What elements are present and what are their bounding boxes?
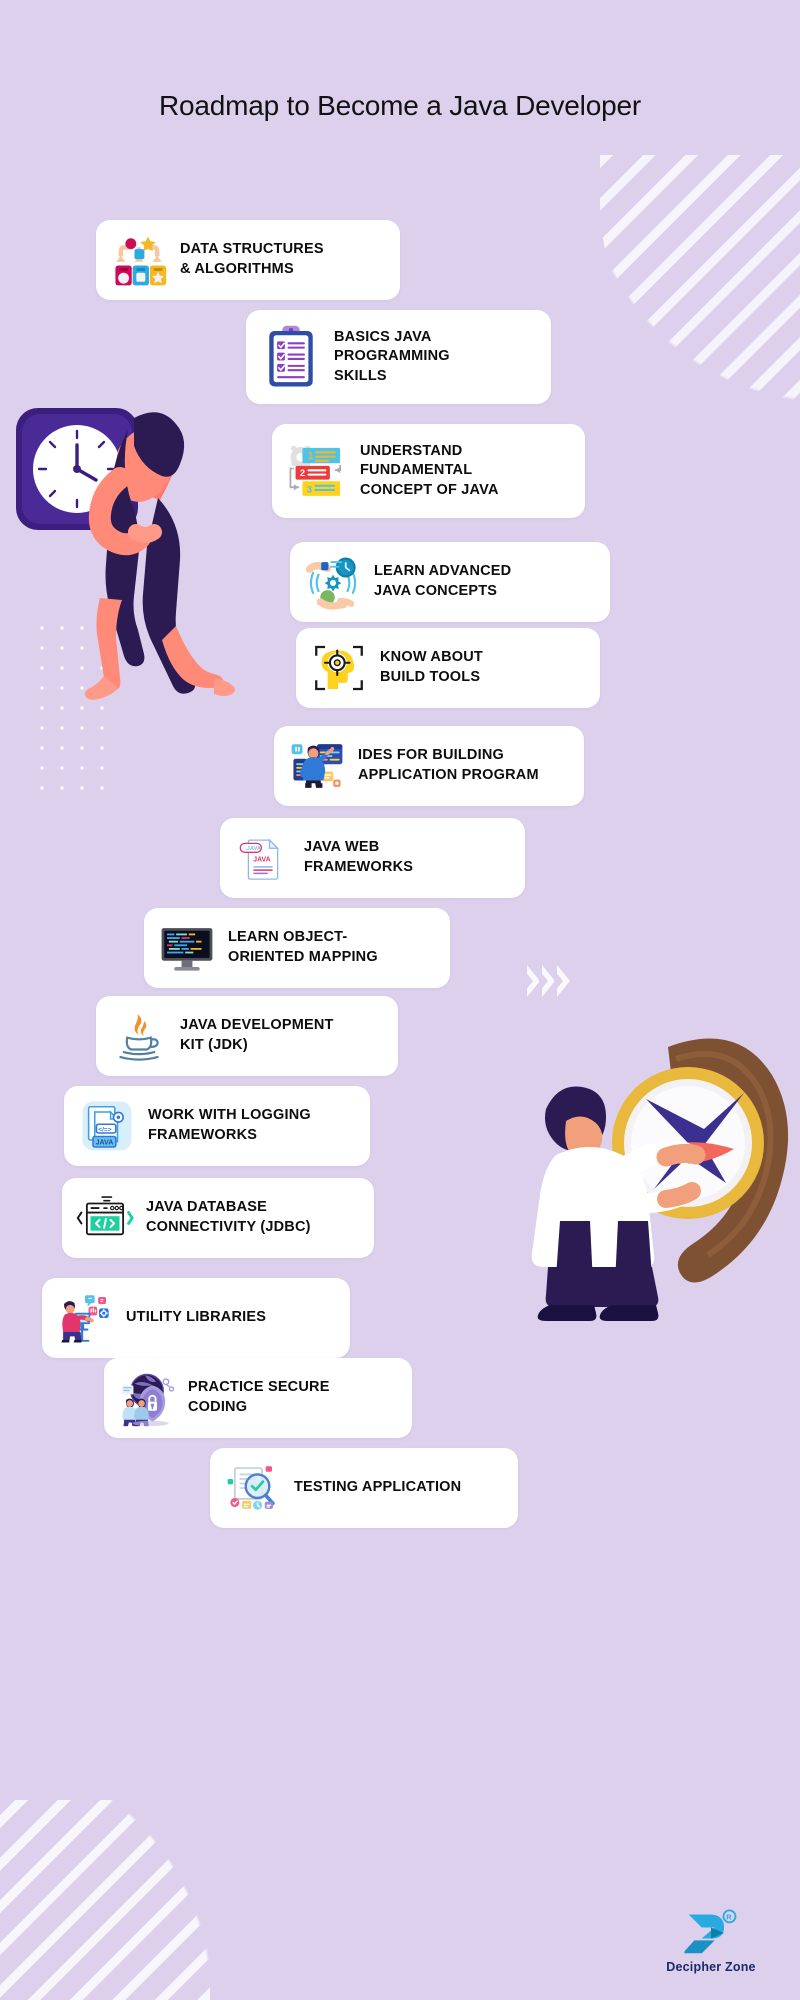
globe-shield-lock-icon <box>118 1369 176 1427</box>
woman-holding-clock-illustration <box>8 390 278 710</box>
diagonal-stripes-top-right <box>600 155 800 405</box>
page-title: Roadmap to Become a Java Developer <box>159 90 641 121</box>
roadmap-step-2[interactable]: BASICS JAVA PROGRAMMING SKILLS <box>246 310 551 404</box>
roadmap-step-4-label: LEARN ADVANCED JAVA CONCEPTS <box>374 563 512 599</box>
svg-text:JAVA: JAVA <box>96 1139 114 1146</box>
java-documents-icon: </=> JAVA <box>78 1097 136 1155</box>
roadmap-step-13-label: PRACTICE SECURE CODING <box>188 1379 330 1415</box>
numbered-steps-gear-icon: 1 2 3 <box>286 435 348 507</box>
roadmap-step-7[interactable]: .JAVA JAVA JAVA WEB FRAMEWORKS <box>220 818 525 898</box>
developer-screens-icon <box>288 737 346 795</box>
person-desk-icon <box>56 1289 114 1347</box>
svg-text:.JAVA: .JAVA <box>245 846 261 852</box>
svg-text:JAVA: JAVA <box>253 856 270 863</box>
roadmap-step-5-label: KNOW ABOUT BUILD TOOLS <box>380 649 483 685</box>
svg-text:2: 2 <box>300 467 305 478</box>
roadmap-step-11[interactable]: JAVA DATABASE CONNECTIVITY (JDBC) <box>62 1178 374 1258</box>
roadmap-step-4[interactable]: LEARN ADVANCED JAVA CONCEPTS <box>290 542 610 622</box>
roadmap-step-3-label: UNDERSTAND FUNDAMENTAL CONCEPT OF JAVA <box>360 442 499 498</box>
roadmap-step-10-label: WORK WITH LOGGING FRAMEWORKS <box>148 1107 311 1143</box>
roadmap-step-8[interactable]: LEARN OBJECT- ORIENTED MAPPING <box>144 908 450 988</box>
code-window-icon <box>76 1189 134 1247</box>
head-target-icon <box>310 639 368 697</box>
roadmap-step-12[interactable]: UTILITY LIBRARIES <box>42 1278 350 1358</box>
svg-text:</=>: </=> <box>98 1126 111 1133</box>
chevron-arrows-right <box>524 965 570 997</box>
roadmap-step-5[interactable]: KNOW ABOUT BUILD TOOLS <box>296 628 600 708</box>
java-file-icon: .JAVA JAVA <box>234 829 292 887</box>
gear-clock-hands-icon <box>304 553 362 611</box>
roadmap-step-7-label: JAVA WEB FRAMEWORKS <box>304 839 414 875</box>
decipher-zone-logo[interactable]: R Decipher Zone <box>646 1909 776 1974</box>
roadmap-step-2-label: BASICS JAVA PROGRAMMING SKILLS <box>334 328 450 384</box>
man-with-wristwatch-illustration <box>470 1005 800 1325</box>
roadmap-step-9-label: JAVA DEVELOPMENT KIT (JDK) <box>180 1017 334 1053</box>
roadmap-step-8-label: LEARN OBJECT- ORIENTED MAPPING <box>228 929 378 965</box>
roadmap-step-13[interactable]: PRACTICE SECURE CODING <box>104 1358 412 1438</box>
roadmap-step-14-label: TESTING APPLICATION <box>294 1479 462 1496</box>
testing-magnifier-icon <box>224 1459 282 1517</box>
algorithm-flow-icon <box>110 231 168 289</box>
roadmap-step-1-label: DATA STRUCTURES & ALGORITHMS <box>180 241 324 277</box>
svg-text:3: 3 <box>307 483 312 494</box>
clipboard-checklist-icon <box>260 321 322 393</box>
decipher-zone-name: Decipher Zone <box>666 1960 756 1974</box>
svg-text:1: 1 <box>308 451 314 462</box>
roadmap-step-3[interactable]: 1 2 3 UNDERSTAND FUNDAMENTAL CONCEPT OF … <box>272 424 585 518</box>
svg-text:R: R <box>726 1913 732 1922</box>
roadmap-step-1[interactable]: DATA STRUCTURES & ALGORITHMS <box>96 220 400 300</box>
roadmap-step-12-label: UTILITY LIBRARIES <box>126 1309 267 1326</box>
roadmap-step-10[interactable]: </=> JAVA WORK WITH LOGGING FRAMEWORKS <box>64 1086 370 1166</box>
roadmap-step-6-label: IDES FOR BUILDING APPLICATION PROGRAM <box>358 747 539 783</box>
roadmap-step-6[interactable]: IDES FOR BUILDING APPLICATION PROGRAM <box>274 726 584 806</box>
decipher-zone-mark-icon: R <box>646 1909 776 1957</box>
diagonal-stripes-bottom-left <box>0 1800 210 2000</box>
roadmap-step-11-label: JAVA DATABASE CONNECTIVITY (JDBC) <box>146 1199 311 1235</box>
roadmap-step-9[interactable]: JAVA DEVELOPMENT KIT (JDK) <box>96 996 398 1076</box>
roadmap-step-14[interactable]: TESTING APPLICATION <box>210 1448 518 1528</box>
java-coffee-cup-icon <box>110 1007 168 1065</box>
monitor-code-icon <box>158 919 216 977</box>
